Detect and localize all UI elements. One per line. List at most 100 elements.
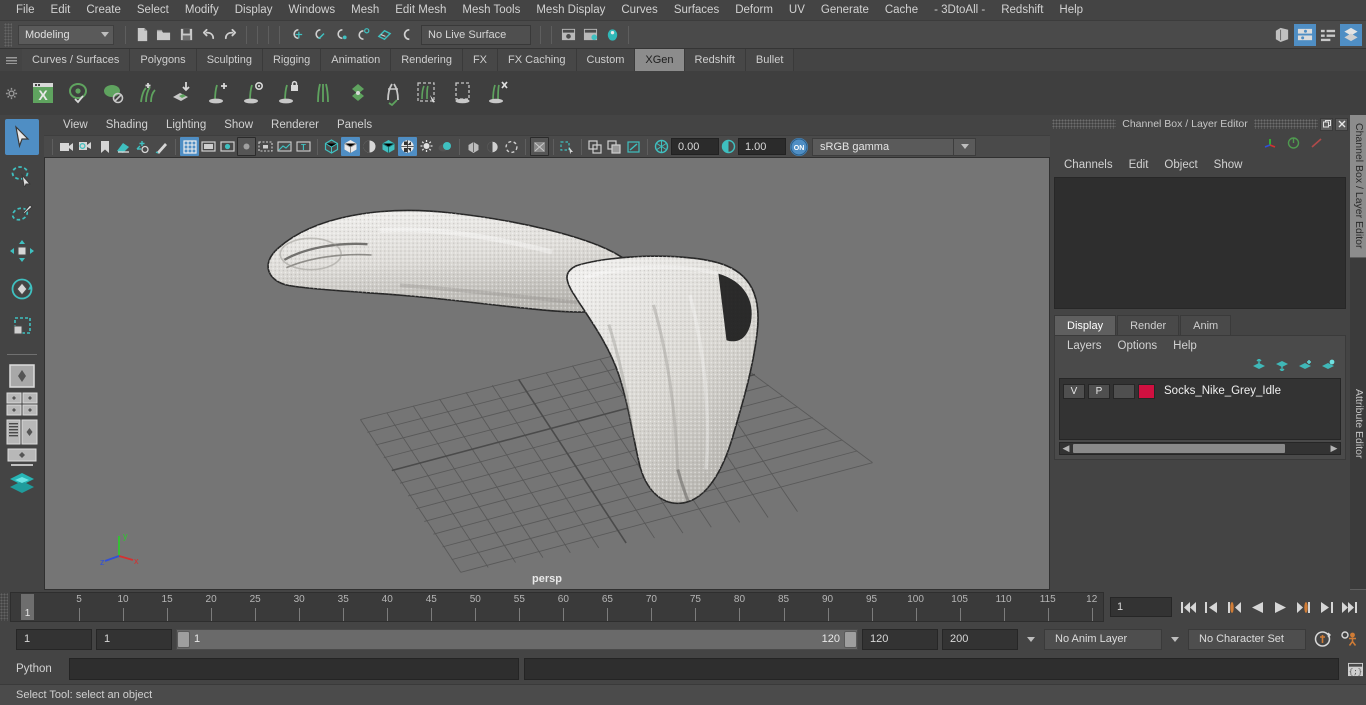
xgen-guide-split-icon[interactable] (306, 75, 339, 111)
wireframe-icon[interactable] (322, 137, 341, 156)
viewport-menu-lighting[interactable]: Lighting (157, 118, 215, 132)
range-start-handle[interactable] (177, 630, 190, 648)
xgen-groom-icon[interactable] (341, 75, 374, 111)
new-layer-icon[interactable] (1298, 359, 1312, 374)
shaded-wireframe-icon[interactable] (379, 137, 398, 156)
2d-pan-zoom-icon[interactable] (133, 137, 152, 156)
safe-action-icon[interactable] (275, 137, 294, 156)
menu-item-help[interactable]: Help (1051, 2, 1091, 18)
viewport-menu-renderer[interactable]: Renderer (262, 118, 328, 132)
dock-tab-attribute-editor[interactable]: Attribute Editor (1350, 257, 1366, 590)
xgen-preview-icon[interactable] (61, 75, 94, 111)
layer-menu-help[interactable]: Help (1165, 339, 1205, 353)
anim-start-time-field[interactable]: 1 (16, 628, 92, 650)
scale-tool[interactable] (5, 309, 39, 345)
character-set-selector[interactable]: No Character Set (1188, 628, 1306, 650)
channel-menu-show[interactable]: Show (1206, 158, 1251, 172)
xgen-preview-guide-icon[interactable] (236, 75, 269, 111)
command-input[interactable] (69, 658, 519, 680)
menu-item-windows[interactable]: Windows (280, 2, 343, 18)
save-scene-icon[interactable] (175, 24, 197, 46)
layer-menu-layers[interactable]: Layers (1059, 339, 1110, 353)
axis-display-icon[interactable] (1263, 136, 1278, 153)
menu-item-redshift[interactable]: Redshift (993, 2, 1051, 18)
xray-icon[interactable] (558, 137, 577, 156)
shelf-tab-custom[interactable]: Custom (576, 49, 636, 71)
xray-components-icon[interactable] (605, 137, 624, 156)
show-hide-attribute-editor-icon[interactable] (1294, 23, 1316, 46)
close-icon[interactable] (1335, 117, 1348, 131)
paint-select-tool[interactable] (5, 195, 39, 231)
shelf-tab-rigging[interactable]: Rigging (262, 49, 322, 71)
menu-item-mesh[interactable]: Mesh (343, 2, 387, 18)
menu-item-mesh-tools[interactable]: Mesh Tools (454, 2, 528, 18)
single-perspective-layout-icon[interactable] (5, 363, 39, 389)
layer-tab-render[interactable]: Render (1117, 315, 1180, 335)
shelf-tab-bullet[interactable]: Bullet (745, 49, 795, 71)
undo-icon[interactable] (197, 24, 219, 46)
shelf-tab-curves-surfaces[interactable]: Curves / Surfaces (22, 49, 131, 71)
dock-tab-channel-box[interactable]: Channel Box / Layer Editor (1350, 115, 1366, 258)
go-to-end-icon[interactable] (1339, 597, 1360, 617)
gate-mask-icon[interactable] (237, 137, 256, 156)
menu-set-selector[interactable]: Modeling (18, 24, 114, 45)
bookmark-icon[interactable] (95, 137, 114, 156)
range-end-handle[interactable] (844, 630, 857, 648)
time-slider-grip[interactable] (0, 593, 8, 621)
hypershade-layout-icon[interactable] (5, 471, 39, 497)
image-plane-icon[interactable] (114, 137, 133, 156)
circle-display-icon[interactable] (1286, 136, 1301, 153)
xgen-editor-icon[interactable]: X (26, 75, 59, 111)
layer-tab-anim[interactable]: Anim (1180, 315, 1232, 335)
new-scene-icon[interactable] (131, 24, 153, 46)
grease-pencil-icon[interactable] (152, 137, 171, 156)
open-scene-icon[interactable] (153, 24, 175, 46)
menu-item-surfaces[interactable]: Surfaces (666, 2, 727, 18)
xgen-export-patches-icon[interactable] (166, 75, 199, 111)
xgen-region-icon[interactable] (446, 75, 479, 111)
snap-to-projected-center-icon[interactable] (351, 24, 373, 46)
animation-preferences-icon[interactable] (1338, 629, 1362, 650)
viewport-menu-panels[interactable]: Panels (328, 118, 381, 132)
render-current-frame-icon[interactable] (579, 24, 601, 46)
anim-end-time-field[interactable]: 200 (942, 628, 1018, 650)
ao-icon[interactable] (464, 137, 483, 156)
view-transform-toggle[interactable]: ON (790, 137, 808, 156)
viewport-menu-view[interactable]: View (54, 118, 97, 132)
current-frame-field[interactable]: 1 (1110, 597, 1172, 617)
layer-color-swatch[interactable] (1138, 383, 1155, 399)
xgen-lock-guide-icon[interactable] (271, 75, 304, 111)
channel-menu-object[interactable]: Object (1156, 158, 1205, 172)
shelf-tab-rendering[interactable]: Rendering (391, 49, 463, 71)
show-hide-tool-settings-icon[interactable] (1317, 24, 1339, 46)
isolate-select-icon[interactable] (530, 137, 549, 156)
ipr-render-icon[interactable] (601, 24, 623, 46)
step-back-frame-icon[interactable] (1201, 597, 1222, 617)
menu-item-modify[interactable]: Modify (177, 2, 227, 18)
rotate-tool[interactable] (5, 271, 39, 307)
new-layer-from-selection-icon[interactable] (1321, 359, 1335, 374)
xgen-disable-preview-icon[interactable] (96, 75, 129, 111)
use-default-material-icon[interactable] (360, 137, 379, 156)
live-surface-field[interactable]: No Live Surface (421, 24, 531, 45)
exposure-field[interactable]: 0.00 (671, 138, 719, 155)
select-camera-icon[interactable] (57, 137, 76, 156)
move-tool[interactable] (5, 233, 39, 269)
persp-outliner-layout-icon[interactable] (5, 419, 39, 445)
xgen-select-guide-icon[interactable] (411, 75, 444, 111)
step-forward-frame-icon[interactable] (1316, 597, 1337, 617)
range-slider[interactable]: 1 120 (176, 628, 858, 650)
restore-icon[interactable] (1320, 117, 1333, 131)
lasso-select-tool[interactable] (5, 157, 39, 193)
step-back-key-icon[interactable] (1224, 597, 1245, 617)
current-time-indicator[interactable]: 1 (21, 594, 34, 620)
menu-item-file[interactable]: File (8, 2, 43, 18)
menu-item-deform[interactable]: Deform (727, 2, 781, 18)
layer-list-scrollbar[interactable]: ◀ ▶ (1059, 442, 1341, 455)
shelf-options-icon[interactable] (0, 87, 22, 100)
layer-visibility-toggle[interactable]: V (1063, 383, 1085, 399)
shelf-tab-fx[interactable]: FX (462, 49, 499, 71)
resolution-gate-icon[interactable] (218, 137, 237, 156)
motion-blur-icon[interactable] (483, 137, 502, 156)
play-forwards-icon[interactable] (1270, 597, 1291, 617)
